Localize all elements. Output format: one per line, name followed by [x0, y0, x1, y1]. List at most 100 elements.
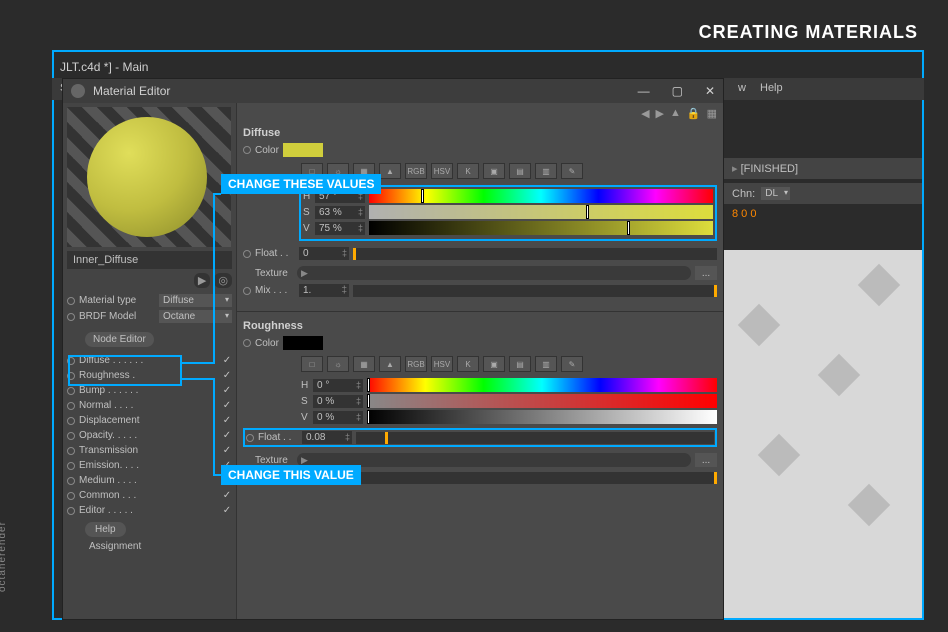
- diffuse-val-slider[interactable]: [369, 221, 713, 235]
- radio-icon[interactable]: [67, 492, 75, 500]
- nav-left-icon[interactable]: ◀: [641, 107, 649, 123]
- diffuse-toolbar-icon-8[interactable]: ▤: [509, 163, 531, 179]
- grid-icon[interactable]: ▦: [707, 107, 717, 123]
- diffuse-mix-value[interactable]: 1.: [299, 284, 349, 297]
- roughness-mix-slider[interactable]: [353, 472, 717, 484]
- roughness-toolbar-icon-9[interactable]: ▥: [535, 356, 557, 372]
- roughness-val-slider[interactable]: [367, 410, 717, 424]
- channel-opacity[interactable]: Opacity. . . . .✓: [67, 428, 232, 443]
- diffuse-toolbar-icon-7[interactable]: ▣: [483, 163, 505, 179]
- channel-medium[interactable]: Medium . . . .✓: [67, 473, 232, 488]
- diffuse-toolbar-icon-9[interactable]: ▥: [535, 163, 557, 179]
- diffuse-toolbar-icon-5[interactable]: HSV: [431, 163, 453, 179]
- check-icon[interactable]: ✓: [222, 505, 232, 516]
- diffuse-sat-slider[interactable]: [369, 205, 713, 219]
- finished-row[interactable]: [FINISHED]: [724, 158, 922, 179]
- nav-target-icon[interactable]: ◎: [214, 273, 232, 288]
- brdf-select[interactable]: Octane: [159, 310, 232, 323]
- radio-icon[interactable]: [67, 372, 75, 380]
- roughness-s-value[interactable]: 0 %: [313, 395, 363, 408]
- help-button[interactable]: Help: [85, 522, 126, 537]
- radio-icon[interactable]: [246, 434, 254, 442]
- channel-bump[interactable]: Bump . . . . . .✓: [67, 383, 232, 398]
- radio-icon[interactable]: [243, 287, 251, 295]
- roughness-texture-browse[interactable]: ...: [695, 453, 717, 467]
- check-icon[interactable]: ✓: [222, 490, 232, 501]
- radio-icon[interactable]: [67, 447, 75, 455]
- diffuse-s-value[interactable]: 63 %: [315, 206, 365, 219]
- channel-displacement[interactable]: Displacement✓: [67, 413, 232, 428]
- check-icon[interactable]: ✓: [222, 430, 232, 441]
- close-button[interactable]: ✕: [705, 84, 715, 98]
- roughness-v-value[interactable]: 0 %: [313, 411, 363, 424]
- maximize-button[interactable]: ▢: [672, 84, 683, 98]
- radio-icon[interactable]: [67, 507, 75, 515]
- diffuse-float-slider[interactable]: [353, 248, 717, 260]
- diffuse-v-value[interactable]: 75 %: [315, 222, 365, 235]
- radio-icon[interactable]: [67, 402, 75, 410]
- roughness-hue-slider[interactable]: [367, 378, 717, 392]
- radio-icon[interactable]: [67, 387, 75, 395]
- radio-icon[interactable]: [243, 146, 251, 154]
- radio-icon[interactable]: [67, 417, 75, 425]
- diffuse-texture-browse[interactable]: ...: [695, 266, 717, 280]
- diffuse-toolbar-icon-4[interactable]: RGB: [405, 163, 427, 179]
- radio-icon[interactable]: [67, 462, 75, 470]
- channel-roughness[interactable]: Roughness .✓: [67, 368, 232, 383]
- node-editor-button[interactable]: Node Editor: [85, 332, 154, 347]
- roughness-h-value[interactable]: 0 °: [313, 379, 363, 392]
- check-icon[interactable]: ✓: [222, 355, 232, 366]
- roughness-toolbar-icon-7[interactable]: ▣: [483, 356, 505, 372]
- roughness-float-slider[interactable]: [356, 432, 714, 444]
- radio-icon[interactable]: [243, 339, 251, 347]
- channel-editor[interactable]: Editor . . . . .✓: [67, 503, 232, 518]
- chn-select[interactable]: DL: [761, 187, 790, 200]
- roughness-toolbar-icon-5[interactable]: HSV: [431, 356, 453, 372]
- roughness-color-swatch[interactable]: [283, 336, 323, 350]
- roughness-toolbar-icon-8[interactable]: ▤: [509, 356, 531, 372]
- channel-common[interactable]: Common . . .✓: [67, 488, 232, 503]
- diffuse-toolbar-icon-10[interactable]: ✎: [561, 163, 583, 179]
- nav-up-icon[interactable]: ▲: [670, 107, 681, 123]
- check-icon[interactable]: ✓: [222, 370, 232, 381]
- radio-icon[interactable]: [67, 313, 75, 321]
- diffuse-toolbar-icon-6[interactable]: K: [457, 163, 479, 179]
- diffuse-toolbar-icon-3[interactable]: ▲: [379, 163, 401, 179]
- menu-help[interactable]: Help: [760, 82, 783, 94]
- diffuse-mix-slider[interactable]: [353, 285, 717, 297]
- roughness-toolbar-icon-0[interactable]: □: [301, 356, 323, 372]
- diffuse-float-value[interactable]: 0: [299, 247, 349, 260]
- diffuse-hue-slider[interactable]: [369, 189, 713, 203]
- channel-normal[interactable]: Normal . . . .✓: [67, 398, 232, 413]
- roughness-toolbar-icon-3[interactable]: ▲: [379, 356, 401, 372]
- check-icon[interactable]: ✓: [222, 385, 232, 396]
- radio-icon[interactable]: [67, 477, 75, 485]
- roughness-toolbar-icon-6[interactable]: K: [457, 356, 479, 372]
- channel-transmission[interactable]: Transmission✓: [67, 443, 232, 458]
- roughness-toolbar-icon-1[interactable]: ☼: [327, 356, 349, 372]
- roughness-toolbar-icon-2[interactable]: ▦: [353, 356, 375, 372]
- channel-emission[interactable]: Emission. . . .✓: [67, 458, 232, 473]
- material-type-select[interactable]: Diffuse: [159, 294, 232, 307]
- assignment-label[interactable]: Assignment: [67, 539, 232, 554]
- nav-right-icon[interactable]: ▶: [656, 107, 664, 123]
- minimize-button[interactable]: —: [638, 84, 650, 98]
- material-name[interactable]: Inner_Diffuse: [67, 251, 232, 269]
- menu-w[interactable]: w: [738, 82, 746, 94]
- radio-icon[interactable]: [243, 250, 251, 258]
- radio-icon[interactable]: [67, 357, 75, 365]
- roughness-toolbar-icon-10[interactable]: ✎: [561, 356, 583, 372]
- roughness-float-value[interactable]: 0.08: [302, 431, 352, 444]
- diffuse-color-swatch[interactable]: [283, 143, 323, 157]
- nav-play-icon[interactable]: ▶: [194, 273, 210, 288]
- lock-icon[interactable]: 🔒: [687, 107, 701, 123]
- check-icon[interactable]: ✓: [222, 400, 232, 411]
- roughness-toolbar-icon-4[interactable]: RGB: [405, 356, 427, 372]
- check-icon[interactable]: ✓: [222, 445, 232, 456]
- check-icon[interactable]: ✓: [222, 415, 232, 426]
- roughness-sat-slider[interactable]: [367, 394, 717, 408]
- channel-diffuse[interactable]: Diffuse . . . . . .✓: [67, 353, 232, 368]
- diffuse-texture-slot[interactable]: ▶: [297, 266, 691, 280]
- radio-icon[interactable]: [67, 432, 75, 440]
- radio-icon[interactable]: [67, 297, 75, 305]
